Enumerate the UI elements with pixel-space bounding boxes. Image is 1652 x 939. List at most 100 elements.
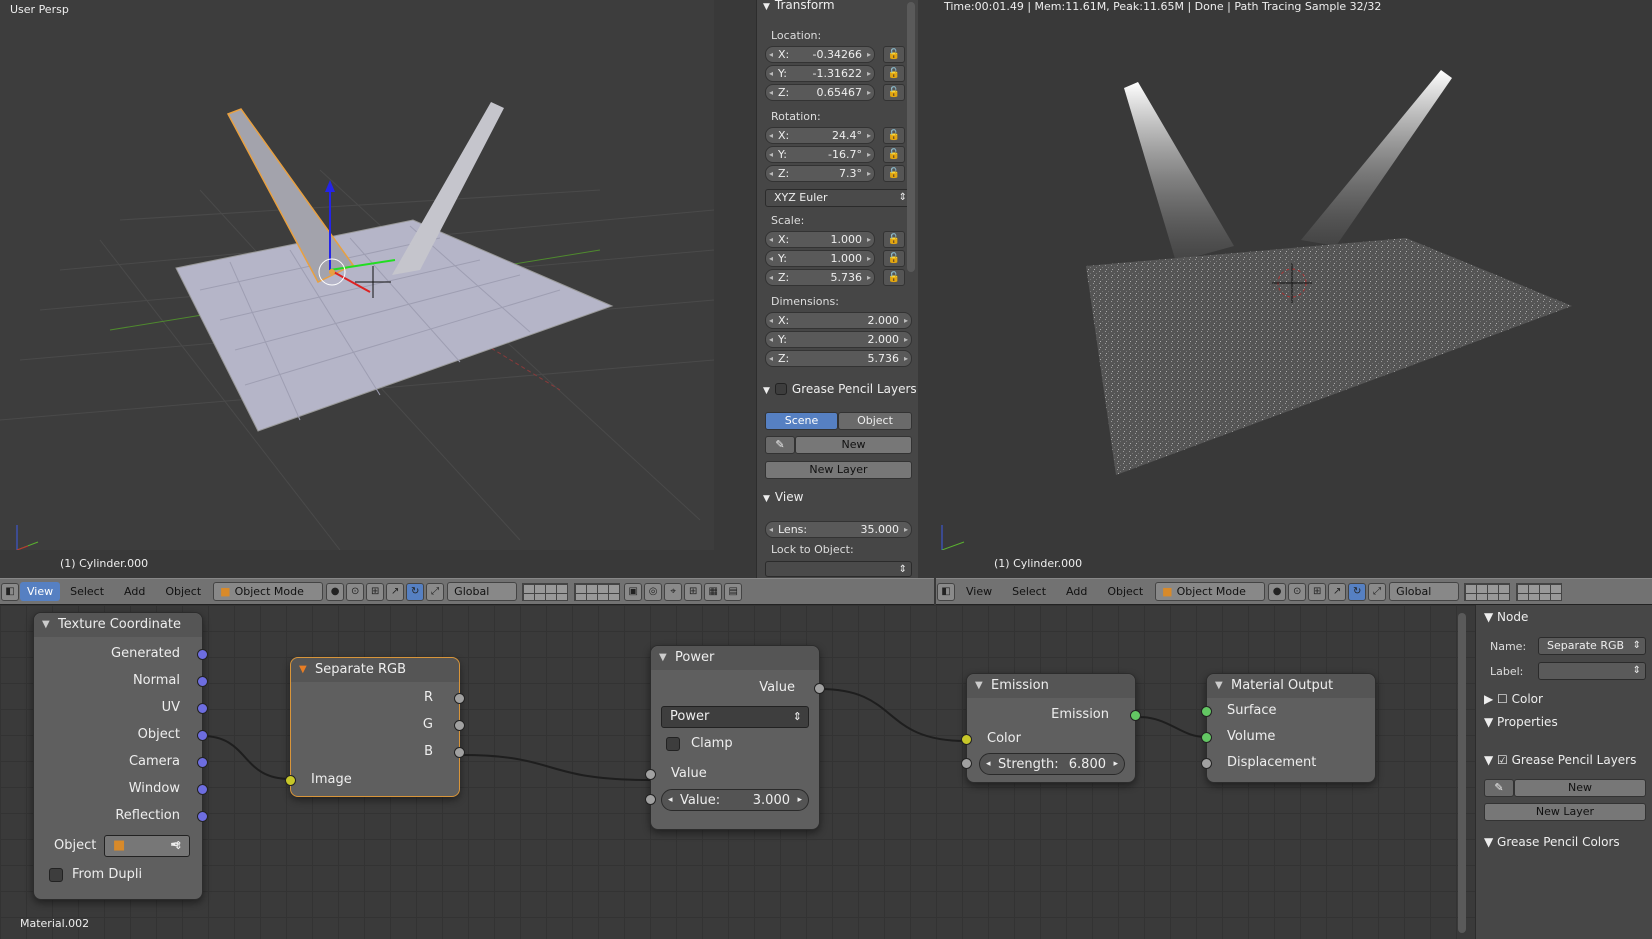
- from-dupli-checkbox[interactable]: [49, 868, 63, 882]
- dimensions-y-field[interactable]: Y:2.000: [765, 331, 912, 348]
- node-editor[interactable]: ▼ Texture Coordinate Generated Normal UV …: [0, 605, 1475, 939]
- grease-pencil-header[interactable]: ▼ Grease Pencil Layers: [763, 382, 917, 396]
- layers-grid-2[interactable]: [1516, 582, 1563, 601]
- lock-icon[interactable]: 🔓: [883, 146, 905, 163]
- lock-icon[interactable]: 🔓: [883, 231, 905, 248]
- menu-view[interactable]: View: [20, 582, 61, 601]
- panel-scrollbar[interactable]: [907, 2, 915, 272]
- socket[interactable]: [961, 758, 972, 769]
- manipulator-icon[interactable]: ⊞: [366, 582, 385, 601]
- snap-icon[interactable]: ⌖: [664, 582, 683, 601]
- lock-object-field[interactable]: [765, 561, 912, 578]
- location-z-field[interactable]: Z:0.65467: [765, 84, 875, 101]
- rotation-y-field[interactable]: Y:-16.7°: [765, 146, 875, 163]
- render-icon[interactable]: ▦: [704, 582, 723, 601]
- editor-type-icon[interactable]: ◧: [1, 582, 19, 601]
- lock-icon[interactable]: 🔓: [883, 269, 905, 286]
- scale-x-field[interactable]: X:1.000: [765, 231, 875, 248]
- menu-select[interactable]: Select: [1002, 585, 1056, 598]
- object-picker[interactable]: ■ ✒: [104, 835, 190, 857]
- menu-select[interactable]: Select: [60, 585, 114, 598]
- rendered-viewport[interactable]: Time:00:01.49 | Mem:11.61M, Peak:11.65M …: [936, 0, 1652, 550]
- shading-icon[interactable]: ●: [1268, 582, 1287, 601]
- gp-scene-button[interactable]: Scene: [765, 412, 838, 430]
- gp-new-button[interactable]: New: [795, 436, 912, 454]
- socket[interactable]: [1130, 710, 1141, 721]
- transform-header[interactable]: ▼ Transform: [763, 0, 835, 12]
- color-section-header[interactable]: ▶ ☐ Color: [1484, 692, 1543, 706]
- lock-icon[interactable]: 🔓: [883, 250, 905, 267]
- gp-layers-section-header[interactable]: ▼ ☑ Grease Pencil Layers: [1484, 753, 1636, 767]
- node-material-output[interactable]: ▼ Material Output Surface Volume Displace…: [1201, 673, 1376, 783]
- orientation-dropdown[interactable]: Global: [447, 582, 518, 601]
- lock-icon[interactable]: 🔓: [883, 165, 905, 182]
- gp-new-layer-button[interactable]: New Layer: [1484, 803, 1646, 821]
- editor-type-icon[interactable]: ◧: [937, 582, 955, 601]
- left-3d-viewport[interactable]: User Persp (1) Cylinder.000: [0, 0, 714, 550]
- socket[interactable]: [285, 775, 296, 786]
- view-section-header[interactable]: ▼ View: [763, 490, 803, 504]
- pencil-icon[interactable]: ✎: [1484, 779, 1514, 797]
- socket[interactable]: [454, 747, 465, 758]
- rotation-z-field[interactable]: Z:7.3°: [765, 165, 875, 182]
- gp-new-button[interactable]: New: [1514, 779, 1646, 797]
- gp-object-button[interactable]: Object: [838, 412, 912, 430]
- location-x-field[interactable]: X:-0.34266: [765, 46, 875, 63]
- proportional-icon[interactable]: ◎: [644, 582, 663, 601]
- opengl-render-icon[interactable]: ▤: [724, 582, 743, 601]
- socket[interactable]: [197, 703, 208, 714]
- rotation-x-field[interactable]: X:24.4°: [765, 127, 875, 144]
- node-texture-coordinate[interactable]: ▼ Texture Coordinate Generated Normal UV …: [33, 612, 208, 900]
- translate-icon[interactable]: ↗: [386, 582, 405, 601]
- shading-icon[interactable]: ●: [326, 582, 345, 601]
- location-y-field[interactable]: Y:-1.31622: [765, 65, 875, 82]
- lock-icon[interactable]: 🔓: [883, 127, 905, 144]
- socket[interactable]: [454, 720, 465, 731]
- node-section-header[interactable]: ▼ Node: [1484, 610, 1528, 624]
- node-label-field[interactable]: [1538, 662, 1646, 680]
- strength-field[interactable]: Strength:6.800: [979, 753, 1125, 775]
- lock-layers-icon[interactable]: ▣: [624, 582, 643, 601]
- manipulator-icon[interactable]: ⊞: [1308, 582, 1327, 601]
- socket[interactable]: [197, 730, 208, 741]
- socket[interactable]: [961, 734, 972, 745]
- layers-grid-2[interactable]: [574, 582, 621, 601]
- socket[interactable]: [1201, 706, 1212, 717]
- socket[interactable]: [197, 757, 208, 768]
- node-scrollbar[interactable]: [1458, 613, 1466, 933]
- layers-grid[interactable]: [522, 582, 569, 601]
- socket[interactable]: [645, 769, 656, 780]
- scale-y-field[interactable]: Y:1.000: [765, 250, 875, 267]
- eyedropper-icon[interactable]: ✒: [170, 836, 181, 856]
- menu-view[interactable]: View: [956, 585, 1002, 598]
- gp-colors-section-header[interactable]: ▼ Grease Pencil Colors: [1484, 835, 1620, 849]
- translate-icon[interactable]: ↗: [1328, 582, 1347, 601]
- mode-dropdown[interactable]: ■ Object Mode: [1155, 582, 1266, 601]
- rotation-mode-dropdown[interactable]: XYZ Euler: [765, 189, 912, 207]
- properties-section-header[interactable]: ▼ Properties: [1484, 715, 1558, 729]
- menu-object[interactable]: Object: [155, 585, 211, 598]
- scale-z-field[interactable]: Z:5.736: [765, 269, 875, 286]
- socket[interactable]: [814, 683, 825, 694]
- scale-icon[interactable]: ⤢: [426, 582, 445, 601]
- node-separate-rgb[interactable]: ▼ Separate RGB R G B Image: [285, 657, 465, 797]
- socket[interactable]: [197, 784, 208, 795]
- clamp-checkbox[interactable]: [666, 737, 680, 751]
- node-power[interactable]: ▼Power Value Power Clamp Value Value:3.0…: [645, 645, 825, 830]
- pencil-icon[interactable]: ✎: [765, 436, 795, 454]
- node-name-field[interactable]: Separate RGB: [1538, 637, 1646, 655]
- lock-icon[interactable]: 🔓: [883, 84, 905, 101]
- node-emission[interactable]: ▼Emission Emission Color Strength:6.800: [961, 673, 1141, 783]
- socket[interactable]: [454, 693, 465, 704]
- pivot-icon[interactable]: ⊙: [346, 582, 365, 601]
- value-field[interactable]: Value:3.000: [661, 789, 809, 811]
- menu-add[interactable]: Add: [114, 585, 155, 598]
- lock-icon[interactable]: 🔓: [883, 46, 905, 63]
- scale-icon[interactable]: ⤢: [1368, 582, 1387, 601]
- menu-object[interactable]: Object: [1097, 585, 1153, 598]
- socket[interactable]: [197, 676, 208, 687]
- lens-field[interactable]: Lens:35.000: [765, 521, 912, 538]
- dimensions-x-field[interactable]: X:2.000: [765, 312, 912, 329]
- orientation-dropdown[interactable]: Global: [1389, 582, 1460, 601]
- mode-dropdown[interactable]: ■ Object Mode: [213, 582, 324, 601]
